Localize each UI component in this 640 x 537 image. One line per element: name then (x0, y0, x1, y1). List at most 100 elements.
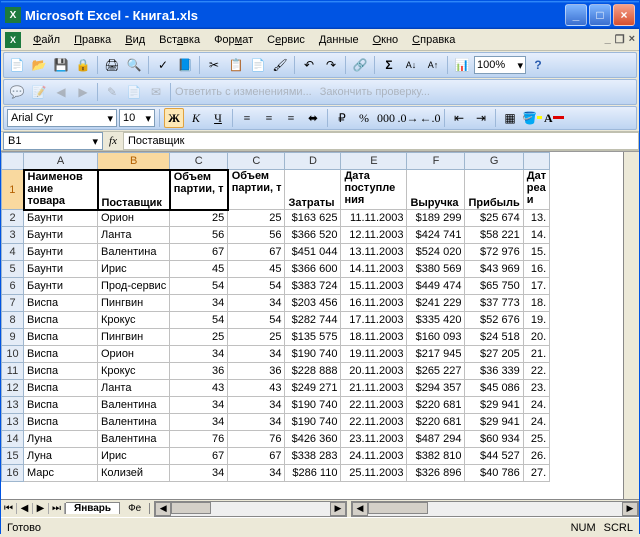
cell[interactable]: 15.11.2003 (341, 278, 407, 295)
currency-icon[interactable]: ₽ (332, 108, 352, 128)
col-header-f[interactable]: F (407, 153, 465, 170)
redo-icon[interactable]: ↷ (321, 55, 341, 75)
new-icon[interactable]: 📄 (7, 55, 27, 75)
cell[interactable]: $326 896 (407, 465, 465, 482)
inc-decimal-icon[interactable]: .0→ (398, 108, 418, 128)
row-header-1[interactable]: 1 (2, 170, 24, 210)
cell[interactable]: Баунти (24, 227, 98, 244)
row-header[interactable]: 14 (2, 431, 24, 448)
row-header[interactable]: 4 (2, 244, 24, 261)
sheet-tab-january[interactable]: Январь (66, 502, 120, 514)
cell[interactable]: 24. (523, 414, 549, 431)
cell[interactable]: $52 676 (465, 312, 523, 329)
spell-icon[interactable]: ✓ (153, 55, 173, 75)
cell[interactable]: 17.11.2003 (341, 312, 407, 329)
doc-restore-button[interactable]: ❐ (615, 33, 625, 46)
cell[interactable]: 25 (170, 329, 228, 346)
cell[interactable]: Валентина (98, 414, 170, 431)
undo-icon[interactable]: ↶ (299, 55, 319, 75)
cell[interactable]: $29 941 (465, 414, 523, 431)
cell[interactable]: Орион (98, 346, 170, 363)
preview-icon[interactable]: 🔍 (124, 55, 144, 75)
cell[interactable]: $25 674 (465, 210, 523, 227)
mail-icon[interactable]: ✉ (146, 82, 166, 102)
cell[interactable]: $366 600 (285, 261, 341, 278)
cell[interactable]: $36 339 (465, 363, 523, 380)
end-review-button[interactable]: Закончить проверку... (320, 86, 430, 98)
cell[interactable]: 34 (170, 346, 228, 363)
cell[interactable]: 25 (170, 210, 228, 227)
cell[interactable]: Виспа (24, 346, 98, 363)
cell[interactable]: Крокус (98, 363, 170, 380)
cell[interactable]: 34 (170, 414, 228, 431)
col-header-c1[interactable]: C (170, 153, 228, 170)
cell[interactable]: Виспа (24, 380, 98, 397)
inc-indent-icon[interactable]: ⇥ (471, 108, 491, 128)
cell[interactable]: 67 (228, 448, 285, 465)
cell[interactable]: Ирис (98, 261, 170, 278)
cell[interactable]: $163 625 (285, 210, 341, 227)
cell[interactable]: Виспа (24, 397, 98, 414)
open-icon[interactable]: 📂 (29, 55, 49, 75)
cell[interactable]: 36 (228, 363, 285, 380)
cell[interactable]: $189 299 (407, 210, 465, 227)
cell[interactable]: 23.11.2003 (341, 431, 407, 448)
row-header[interactable]: 9 (2, 329, 24, 346)
cell-c1-2[interactable]: Объемпартии, т (228, 170, 285, 210)
row-header[interactable]: 12 (2, 380, 24, 397)
cell-a1[interactable]: Наименованиетовара (24, 170, 98, 210)
minimize-button[interactable]: _ (565, 4, 587, 26)
cell[interactable]: $72 976 (465, 244, 523, 261)
percent-icon[interactable]: % (354, 108, 374, 128)
cell[interactable]: 22.11.2003 (341, 414, 407, 431)
font-color-icon[interactable]: A (544, 108, 564, 128)
align-center-icon[interactable]: ≡ (259, 108, 279, 128)
cell[interactable]: 21. (523, 346, 549, 363)
row-header[interactable]: 11 (2, 363, 24, 380)
col-header-e[interactable]: E (341, 153, 407, 170)
cell[interactable]: 34 (170, 465, 228, 482)
cell[interactable]: Ирис (98, 448, 170, 465)
cell[interactable]: 54 (170, 312, 228, 329)
cell[interactable]: 56 (170, 227, 228, 244)
cell[interactable]: $338 283 (285, 448, 341, 465)
cell[interactable]: $449 474 (407, 278, 465, 295)
row-header[interactable]: 15 (2, 448, 24, 465)
cell[interactable]: $24 518 (465, 329, 523, 346)
cell[interactable]: 14. (523, 227, 549, 244)
cell[interactable]: 23. (523, 380, 549, 397)
horizontal-scrollbar-right[interactable]: ◀▶ (351, 501, 639, 517)
cell[interactable]: 26. (523, 448, 549, 465)
cell[interactable]: 15. (523, 244, 549, 261)
cell[interactable]: 24.11.2003 (341, 448, 407, 465)
cell[interactable]: 34 (228, 414, 285, 431)
col-header-h[interactable] (523, 153, 549, 170)
cell[interactable]: $366 520 (285, 227, 341, 244)
dec-indent-icon[interactable]: ⇤ (449, 108, 469, 128)
cell[interactable]: $58 221 (465, 227, 523, 244)
hyperlink-icon[interactable]: 🔗 (350, 55, 370, 75)
cell[interactable]: 14.11.2003 (341, 261, 407, 278)
row-header[interactable]: 7 (2, 295, 24, 312)
cell[interactable]: 22.11.2003 (341, 397, 407, 414)
cell[interactable]: $160 093 (407, 329, 465, 346)
bold-button[interactable]: Ж (164, 108, 184, 128)
cell[interactable]: 11.11.2003 (341, 210, 407, 227)
tab-last-icon[interactable]: ⏭ (49, 503, 65, 514)
cell[interactable]: 25 (228, 210, 285, 227)
next-icon[interactable]: ▶ (73, 82, 93, 102)
cell[interactable]: Пингвин (98, 295, 170, 312)
cell[interactable]: $60 934 (465, 431, 523, 448)
vertical-scrollbar[interactable] (623, 152, 639, 499)
cell[interactable]: $44 527 (465, 448, 523, 465)
cell[interactable]: 45 (228, 261, 285, 278)
cell[interactable]: Пингвин (98, 329, 170, 346)
menu-file[interactable]: Файл (27, 32, 66, 48)
cell[interactable]: $43 969 (465, 261, 523, 278)
cell[interactable]: $487 294 (407, 431, 465, 448)
menu-view[interactable]: Вид (119, 32, 151, 48)
row-header[interactable]: 16 (2, 465, 24, 482)
cell[interactable]: 54 (228, 312, 285, 329)
cell[interactable]: 67 (170, 448, 228, 465)
cell[interactable]: $40 786 (465, 465, 523, 482)
